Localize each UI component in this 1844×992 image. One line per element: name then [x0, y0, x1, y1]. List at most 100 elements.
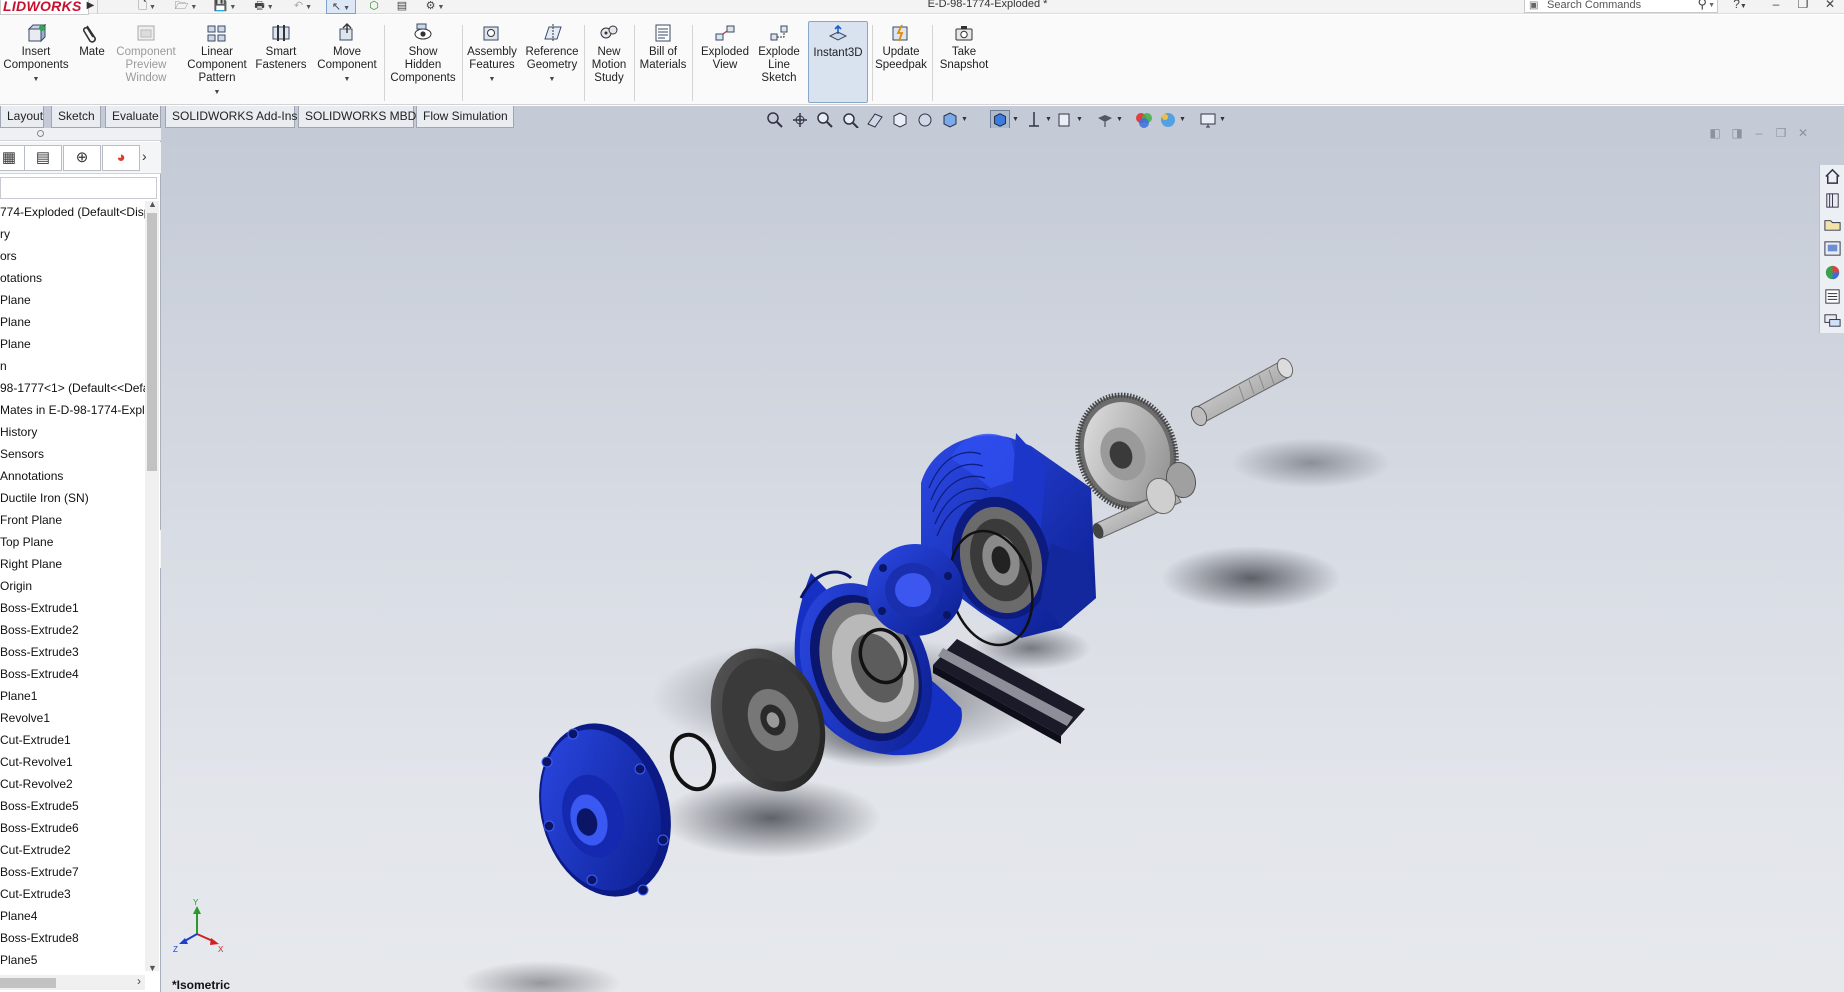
insert-components-button[interactable]: Insert Components ▼ — [2, 21, 70, 103]
restore-window-icon[interactable]: ❐ — [1793, 0, 1813, 13]
feature-tree-item[interactable]: ors — [0, 245, 145, 267]
apply-scene-icon[interactable] — [1095, 110, 1115, 130]
home-icon[interactable] — [1823, 167, 1842, 186]
feature-tree-item[interactable]: Boss-Extrude5 — [0, 795, 145, 817]
zoom-in-icon[interactable] — [815, 110, 835, 130]
chevron-down-icon[interactable]: ▼ — [1708, 0, 1715, 12]
close-window-icon[interactable]: ✕ — [1820, 0, 1840, 13]
feature-tree-item[interactable]: Plane5 — [0, 949, 145, 971]
feature-tree-item[interactable]: Cut-Extrude2 — [0, 839, 145, 861]
mate-button[interactable]: Mate — [74, 21, 110, 103]
feature-tree-item[interactable]: Plane — [0, 289, 145, 311]
discharge-flange[interactable] — [867, 544, 963, 636]
feature-tree-item[interactable]: Boss-Extrude7 — [0, 861, 145, 883]
panel-splitter[interactable] — [0, 128, 161, 141]
smart-fasteners-button[interactable]: Smart Fasteners — [252, 21, 310, 103]
feature-tree-item[interactable]: Sensors — [0, 443, 145, 465]
hide-show-items-icon[interactable] — [1024, 110, 1044, 130]
reference-geometry-button[interactable]: Reference Geometry ▼ — [522, 21, 582, 103]
tab-layout[interactable]: Layout — [0, 106, 44, 128]
feature-tree-item[interactable]: Boss-Extrude6 — [0, 817, 145, 839]
chevron-down-icon[interactable]: ▼ — [1045, 116, 1052, 123]
feature-tree-item[interactable]: Plane — [0, 333, 145, 355]
tile-left-icon[interactable]: ◧ — [1706, 128, 1724, 140]
appearances-scenes-icon[interactable] — [1823, 263, 1842, 282]
feature-tree-item[interactable]: 774-Exploded (Default<Disp — [0, 201, 145, 223]
minimize-window-icon[interactable]: – — [1766, 0, 1786, 13]
show-hidden-components-button[interactable]: Show Hidden Components — [388, 21, 458, 103]
feature-tree-item[interactable]: Boss-Extrude4 — [0, 663, 145, 685]
chevron-down-icon[interactable]: ▼ — [184, 86, 250, 99]
feature-tree-item[interactable]: Boss-Extrude3 — [0, 641, 145, 663]
feature-tree-item[interactable]: Cut-Extrude3 — [0, 883, 145, 905]
explode-line-sketch-button[interactable]: Explode Line Sketch — [756, 21, 802, 103]
feature-tree-item[interactable]: Mates in E-D-98-1774-Exploc — [0, 399, 145, 421]
component-preview-window-button[interactable]: Component Preview Window — [112, 21, 180, 103]
solidworks-logo[interactable]: LIDWORKS — [0, 0, 89, 15]
tile-right-icon[interactable]: ◨ — [1728, 128, 1746, 140]
splitter-handle-icon[interactable] — [37, 130, 44, 137]
feature-tree-item[interactable]: 98-1777<1> (Default<<Defa — [0, 377, 145, 399]
new-motion-study-button[interactable]: New Motion Study — [586, 21, 632, 103]
previous-view-icon[interactable] — [840, 110, 860, 130]
tab-sketch[interactable]: Sketch — [51, 106, 101, 128]
open-document-icon[interactable]: 🗁 ▼ — [169, 0, 203, 14]
custom-properties-icon[interactable] — [1823, 287, 1842, 306]
view-palette-icon[interactable] — [1823, 239, 1842, 258]
chevron-right-icon[interactable]: › — [142, 148, 147, 164]
exploded-view-button[interactable]: Exploded View — [694, 21, 756, 103]
chevron-down-icon[interactable]: ▼ — [1179, 116, 1186, 123]
feature-tree-item[interactable]: Front Plane — [0, 509, 145, 531]
chevron-down-icon[interactable]: ▼ — [1116, 116, 1123, 123]
file-explorer-icon[interactable] — [1823, 215, 1842, 234]
search-commands-input[interactable]: ▣ Search Commands ⚲ ▼ — [1524, 0, 1718, 13]
dynamic-annotation-icon[interactable] — [915, 110, 935, 130]
take-snapshot-button[interactable]: Take Snapshot — [934, 21, 994, 103]
scroll-up-icon[interactable]: ▲ — [148, 199, 157, 209]
edit-appearance-icon[interactable] — [1055, 110, 1075, 130]
view-settings-icon[interactable] — [1134, 110, 1154, 130]
search-icon[interactable]: ⚲ — [1697, 0, 1707, 10]
select-arrow-icon[interactable]: ↖ ▼ — [326, 0, 356, 14]
move-component-button[interactable]: Move Component ▼ — [312, 21, 382, 103]
exploded-assembly-model[interactable] — [161, 128, 1844, 992]
update-speedpak-button[interactable]: Update Speedpak — [874, 21, 928, 103]
feature-tree-item[interactable]: n — [0, 355, 145, 377]
feature-tree-item[interactable]: Plane — [0, 311, 145, 333]
tab-evaluate[interactable]: Evaluate — [105, 106, 161, 128]
restore-document-icon[interactable]: ❐ — [1772, 128, 1790, 140]
zoom-to-area-icon[interactable] — [790, 110, 810, 130]
menu-expand-arrow-icon[interactable]: ▶ — [84, 0, 98, 14]
assembly-features-button[interactable]: Assembly Features ▼ — [464, 21, 520, 103]
design-library-icon[interactable] — [1823, 191, 1842, 210]
close-document-icon[interactable]: ✕ — [1794, 128, 1812, 140]
chevron-down-icon[interactable]: ▼ — [522, 73, 582, 86]
feature-tree-item[interactable]: Annotations — [0, 465, 145, 487]
chevron-down-icon[interactable]: ▼ — [464, 73, 520, 86]
bill-of-materials-button[interactable]: Bill of Materials — [636, 21, 690, 103]
scrollbar-thumb[interactable] — [147, 213, 157, 471]
front-cover[interactable] — [520, 708, 689, 911]
tab-solidworks-addins[interactable]: SOLIDWORKS Add-Ins — [165, 106, 297, 128]
feature-tree-item[interactable]: Boss-Extrude8 — [0, 927, 145, 949]
configuration-manager-tab-icon[interactable]: ⊕ — [63, 145, 101, 171]
render-tools-icon[interactable] — [1158, 110, 1178, 130]
monitor-icon[interactable] — [1198, 110, 1218, 130]
display-style-icon[interactable] — [990, 110, 1010, 130]
undo-icon[interactable]: ↶ ▼ — [288, 0, 318, 14]
chevron-down-icon[interactable]: ▼ — [2, 73, 70, 86]
tree-horizontal-scrollbar[interactable]: › — [0, 974, 145, 990]
feature-tree-item[interactable]: Boss-Extrude1 — [0, 597, 145, 619]
feature-tree-item[interactable]: otations — [0, 267, 145, 289]
section-view-icon[interactable] — [865, 110, 885, 130]
zoom-to-fit-icon[interactable] — [765, 110, 785, 130]
feature-tree-item[interactable]: Ductile Iron (SN) — [0, 487, 145, 509]
chevron-down-icon[interactable]: ▼ — [312, 73, 382, 86]
options-gear-icon[interactable]: ⚙ ▼ — [418, 0, 452, 14]
chevron-down-icon[interactable]: ▼ — [1012, 116, 1019, 123]
rebuild-icon[interactable]: ⬡ — [366, 0, 382, 14]
feature-tree-item[interactable]: ry — [0, 223, 145, 245]
output-shaft[interactable] — [1188, 356, 1295, 428]
scrollbar-thumb[interactable] — [0, 978, 56, 988]
tab-flow-simulation[interactable]: Flow Simulation — [416, 106, 514, 128]
